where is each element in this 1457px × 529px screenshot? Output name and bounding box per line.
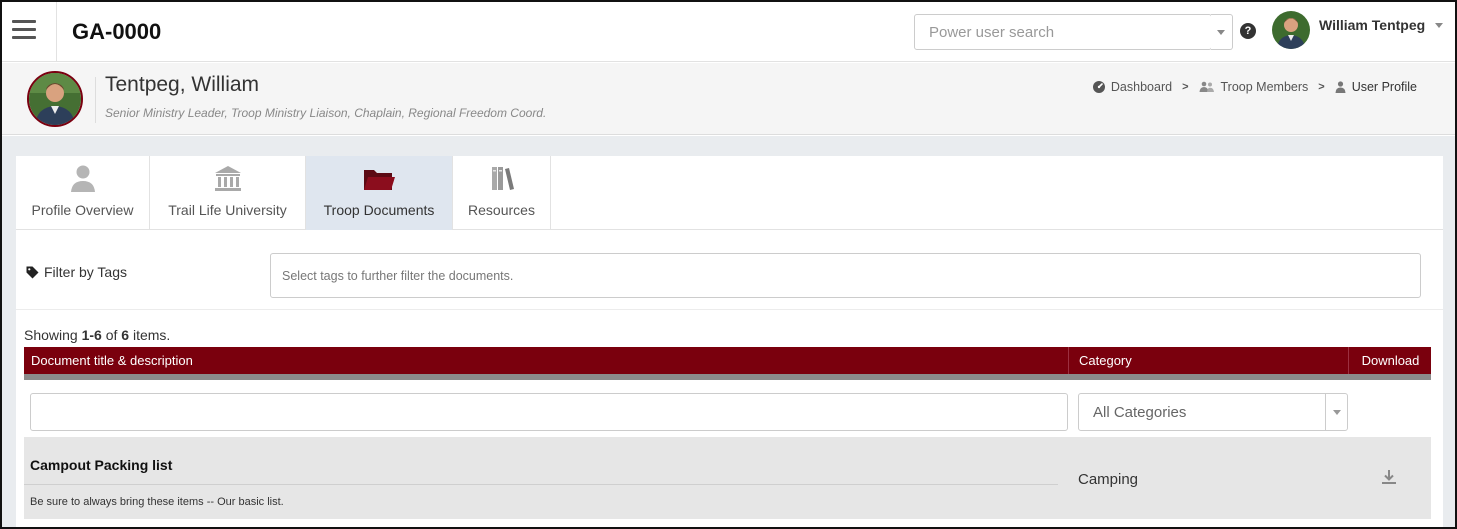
tag-filter-field[interactable] [271, 254, 1420, 297]
column-header-title[interactable]: Document title & description [24, 347, 1069, 374]
content-gutter [2, 136, 1455, 156]
folder-icon [306, 164, 452, 194]
breadcrumb-troop-members[interactable]: Troop Members [1199, 80, 1309, 94]
document-category: Camping [1078, 471, 1139, 488]
row-divider [24, 484, 1058, 485]
tag-icon [26, 266, 39, 279]
hamburger-menu-icon[interactable] [12, 20, 36, 40]
avatar [1272, 11, 1310, 49]
download-icon[interactable] [1378, 466, 1400, 488]
filter-label-text: Filter by Tags [44, 264, 127, 280]
profile-roles: Senior Ministry Leader, Troop Ministry L… [105, 106, 547, 120]
power-search-input[interactable] [915, 15, 1209, 49]
power-user-search[interactable] [914, 14, 1212, 50]
user-name: William Tentpeg [1319, 17, 1426, 33]
content-gutter-right [1443, 156, 1455, 527]
name-divider [95, 77, 96, 123]
topbar-divider [56, 2, 57, 62]
help-icon[interactable]: ? [1240, 23, 1256, 39]
dashboard-icon [1092, 81, 1105, 93]
results-summary: Showing 1-6 of 6 items. [24, 327, 170, 343]
person-icon [16, 164, 149, 194]
tag-filter-row: Filter by Tags [16, 230, 1443, 310]
summary-range: 1-6 [81, 327, 102, 343]
column-header-download: Download [1361, 353, 1420, 368]
summary-prefix: Showing [24, 327, 82, 343]
app-title: GA-0000 [72, 19, 162, 44]
title-filter-input[interactable] [30, 393, 1068, 431]
category-filter-value: All Categories [1093, 404, 1187, 421]
category-filter-select[interactable]: All Categories [1078, 393, 1348, 431]
tab-label: Trail Life University [168, 202, 287, 218]
breadcrumb: Dashboard > Troop Members > User Profile [1092, 80, 1417, 94]
chevron-right-icon: > [1182, 81, 1189, 93]
document-title[interactable]: Campout Packing list [30, 457, 172, 473]
tab-troop-documents[interactable]: Troop Documents [306, 156, 453, 230]
user-menu[interactable]: William Tentpeg [1268, 8, 1453, 52]
tab-resources[interactable]: Resources [453, 156, 551, 230]
users-icon [1199, 81, 1215, 93]
chevron-down-icon [1435, 23, 1443, 28]
breadcrumb-label: User Profile [1351, 80, 1417, 94]
column-header-category[interactable]: Category [1070, 347, 1349, 374]
tab-label: Resources [468, 202, 535, 218]
table-filter-row: All Categories [24, 380, 1431, 437]
search-dropdown-toggle[interactable] [1211, 14, 1233, 50]
breadcrumb-user-profile: User Profile [1335, 80, 1417, 94]
filter-by-tags-label: Filter by Tags [26, 264, 127, 280]
chevron-down-icon [1325, 394, 1347, 430]
tab-label: Troop Documents [323, 202, 435, 218]
breadcrumb-label: Dashboard [1110, 80, 1173, 94]
top-bar: GA-0000 ? William Tentpeg [2, 2, 1455, 62]
summary-total: 6 [121, 327, 130, 343]
summary-suffix: items. [129, 327, 171, 343]
chevron-right-icon: > [1318, 81, 1325, 93]
tab-profile-overview[interactable]: Profile Overview [16, 156, 150, 230]
tab-trail-life-university[interactable]: Trail Life University [150, 156, 306, 230]
summary-mid: of [101, 327, 122, 343]
user-icon [1335, 81, 1346, 93]
main-panel: Profile Overview Trail Life University T… [16, 156, 1443, 527]
tab-label: Profile Overview [31, 202, 134, 218]
profile-name: Tentpeg, William [105, 73, 260, 96]
table-row: Campout Packing list Be sure to always b… [24, 437, 1431, 519]
tag-filter-input[interactable] [270, 253, 1421, 298]
breadcrumb-dashboard[interactable]: Dashboard [1092, 80, 1173, 94]
table-header: Document title & description Category Do… [24, 347, 1431, 380]
books-icon [453, 164, 550, 194]
profile-header: Tentpeg, William Senior Ministry Leader,… [2, 63, 1455, 135]
profile-avatar [27, 71, 83, 127]
app-window: GA-0000 ? William Tentpeg [0, 0, 1457, 529]
document-description: Be sure to always bring these items -- O… [30, 496, 284, 508]
breadcrumb-label: Troop Members [1220, 80, 1309, 94]
profile-tabs: Profile Overview Trail Life University T… [16, 156, 1443, 230]
university-icon [150, 164, 305, 194]
title-filter-field[interactable] [31, 394, 1067, 430]
content-gutter-left [2, 156, 16, 527]
